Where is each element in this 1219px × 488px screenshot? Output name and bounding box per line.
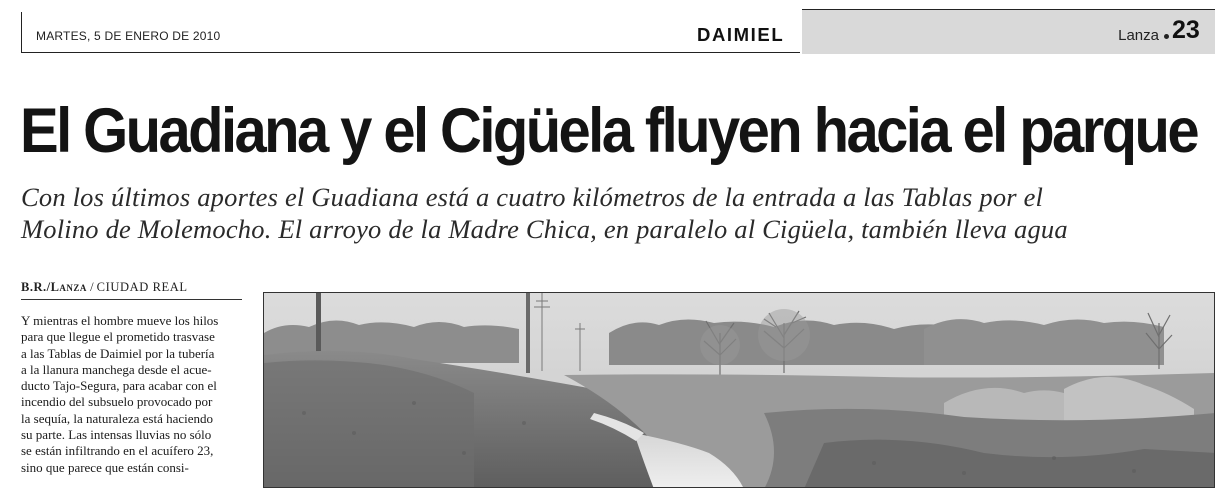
body-line: ducto Tajo-Segura, para acabar con el	[21, 378, 217, 394]
body-line: su parte. Las intensas lluvias no sólo	[21, 427, 212, 443]
subheadline-line-1: Con los últimos aportes el Guadiana está…	[21, 182, 1044, 212]
photo-illustration	[264, 293, 1214, 487]
byline-separator: /	[90, 280, 94, 294]
bullet-icon	[1164, 34, 1169, 39]
byline: B.R./Lanza / CIUDAD REAL	[21, 280, 242, 300]
article-headline: El Guadiana y el Cigüela fluyen hacia el…	[20, 96, 1200, 166]
subheadline-line-2: Molino de Molemocho. El arroyo de la Mad…	[21, 214, 1068, 244]
body-line: incendio del subsuelo provocado por	[21, 394, 213, 410]
byline-author: B.R./Lanza	[21, 280, 87, 294]
body-line: Y mientras el hombre mueve los hilos	[21, 313, 219, 328]
body-line: sino que parece que están consi-	[21, 459, 189, 475]
article-body: Y mientras el hombre mueve los hilos par…	[21, 313, 243, 476]
river-landscape-photo	[263, 292, 1215, 488]
issue-date: MARTES, 5 DE ENERO DE 2010	[36, 29, 221, 43]
page-number: 23	[1172, 16, 1200, 44]
body-line: la sequía, la naturaleza está haciendo	[21, 410, 214, 426]
section-title: DAIMIEL	[697, 24, 785, 45]
body-line: a la llanura manchega desde el acue-	[21, 361, 212, 377]
article-subheadline: Con los últimos aportes el Guadiana está…	[21, 181, 1211, 245]
body-line: a las Tablas de Daimiel por la tubería	[21, 345, 215, 361]
newspaper-name: Lanza	[1118, 27, 1159, 44]
body-line: para que llegue el prometido trasvase	[21, 329, 215, 345]
byline-location: CIUDAD REAL	[96, 280, 188, 294]
body-line: se están infiltrando en el acuífero 23,	[21, 443, 214, 459]
